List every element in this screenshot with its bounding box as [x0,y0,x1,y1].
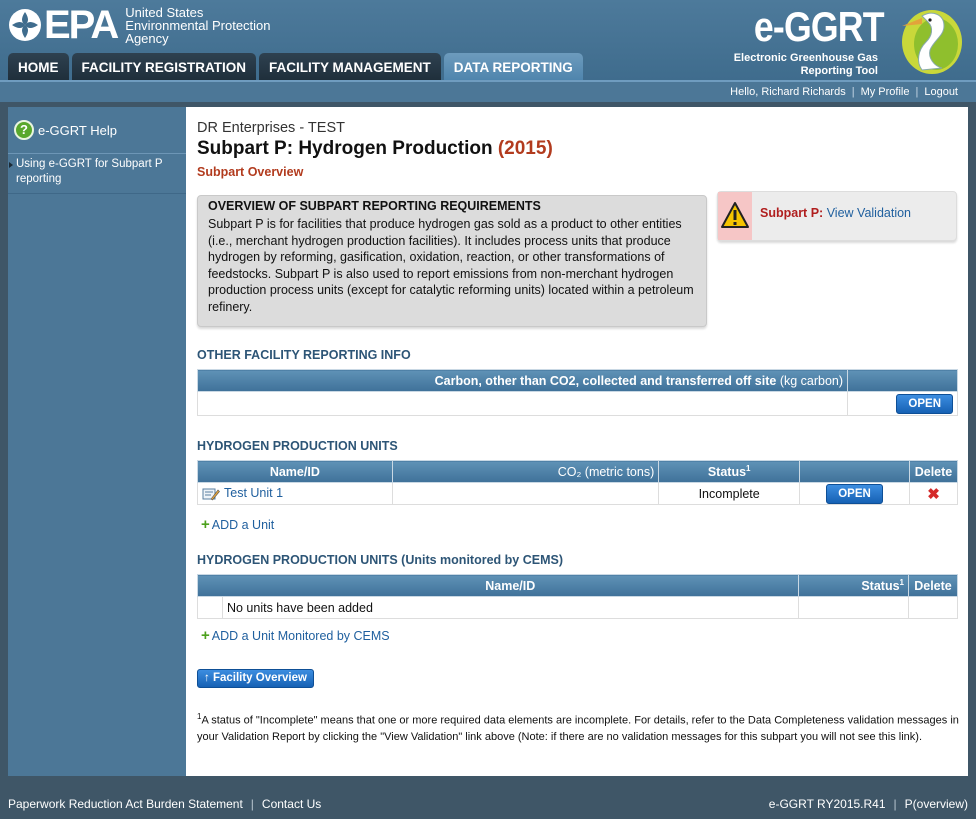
user-greeting: Hello, Richard Richards [730,86,846,98]
delete-icon[interactable]: ✖ [927,486,940,503]
paperwork-link[interactable]: Paperwork Reduction Act Burden Statement [8,797,243,811]
other-info-table: Carbon, other than CO2, collected and tr… [196,369,958,416]
plus-icon: + [201,516,210,533]
cems-title: HYDROGEN PRODUCTION UNITS (Units monitor… [197,553,563,567]
help-header: ? e-GGRT Help [8,107,186,153]
help-link-subpart-p[interactable]: Using e-GGRT for Subpart P reporting [8,153,186,193]
user-bar: Hello, Richard Richards | My Profile | Logou… [0,80,976,102]
main-nav-tabs: HOME FACILITY REGISTRATION FACILITY MANA… [8,53,586,80]
site-header: EPA United States Environmental Protecti… [0,0,976,80]
open-unit-button[interactable]: OPEN [826,483,883,504]
footnote: 1A status of "Incomplete" means that one… [197,712,959,743]
add-unit-link[interactable]: + ADD a Unit [201,516,274,533]
tab-facility-registration[interactable]: FACILITY REGISTRATION [71,53,257,80]
arrow-up-icon: ↑ [204,672,210,684]
units-table: Name/ID CO₂ (metric tons) Status1 Delete… [197,460,959,505]
eggrt-subtitle: Electronic Greenhouse Gas Reporting Tool [733,52,878,77]
unit-status: Incomplete [658,482,801,505]
logout-link[interactable]: Logout [924,86,958,98]
help-title: e-GGRT Help [38,122,117,138]
plus-icon: + [201,627,210,644]
units-title: HYDROGEN PRODUCTION UNITS [197,439,398,453]
overview-heading: OVERVIEW OF SUBPART REPORTING REQUIREMEN… [208,199,541,213]
tab-facility-management[interactable]: FACILITY MANAGEMENT [259,53,441,80]
validation-label: Subpart P: [760,206,824,220]
overview-text: Subpart P is for facilities that produce… [208,217,694,314]
view-validation-link[interactable]: View Validation [827,206,911,220]
unit-name-link[interactable]: Test Unit 1 [224,486,283,500]
tab-home[interactable]: HOME [8,53,69,80]
page-title: Subpart P: Hydrogen Production (2015) [197,138,553,159]
eggrt-title: e-GGRT [754,3,885,50]
sidebar-fill [8,193,186,776]
cems-col-delete: Delete [907,574,959,597]
edit-icon[interactable] [202,487,220,501]
agency-name: United States Environmental Protection A… [125,4,271,46]
heron-logo-icon [902,10,962,74]
other-info-title: OTHER FACILITY REPORTING INFO [197,348,411,362]
add-cems-unit-link[interactable]: + ADD a Unit Monitored by CEMS [201,627,390,644]
reporting-year: (2015) [497,138,553,159]
cems-col-name-id: Name/ID [222,574,800,597]
carbon-value-cell [196,391,849,416]
col-delete: Delete [908,460,959,483]
cems-col-status: Status1 [798,574,909,597]
open-other-info-button[interactable]: OPEN [896,393,953,414]
table-row: Test Unit 1 Incomplete OPEN ✖ [197,482,959,505]
help-question-icon: ? [14,120,34,140]
epa-wordmark: EPA [44,3,119,47]
page-subtitle: Subpart Overview [197,165,304,179]
company-name: DR Enterprises - TEST [197,120,345,136]
epa-logo[interactable]: EPA United States Environmental Protecti… [8,4,271,46]
validation-box: Subpart P: View Validation [717,191,957,241]
unit-co2-cell [391,482,660,505]
overview-box: OVERVIEW OF SUBPART REPORTING REQUIREMEN… [197,195,707,327]
version-text: e-GGRT RY2015.R41 [768,797,886,811]
col-status: Status1 [658,460,801,483]
facility-overview-button[interactable]: ↑ Facility Overview [197,669,314,688]
page-code: P(overview) [904,797,968,811]
contact-us-link[interactable]: Contact Us [262,797,321,811]
help-sidebar: ? e-GGRT Help Using e-GGRT for Subpart P… [8,107,186,776]
col-name-id: Name/ID [197,460,393,483]
cems-empty-text: No units have been added [221,596,800,619]
col-co2: CO₂ (metric tons) [391,460,660,483]
warning-icon [721,202,749,228]
main-content: DR Enterprises - TEST Subpart P: Hydroge… [186,107,968,776]
my-profile-link[interactable]: My Profile [861,86,910,98]
site-footer: Paperwork Reduction Act Burden Statement… [8,797,968,811]
eggrt-logo: e-GGRT Electronic Greenhouse Gas Reporti… [726,4,966,78]
carbon-col-header: Carbon, other than CO2, collected and tr… [196,369,849,392]
cems-table: Name/ID Status1 Delete No units have bee… [197,574,959,619]
epa-flower-icon [9,9,41,41]
tab-data-reporting[interactable]: DATA REPORTING [443,53,583,80]
